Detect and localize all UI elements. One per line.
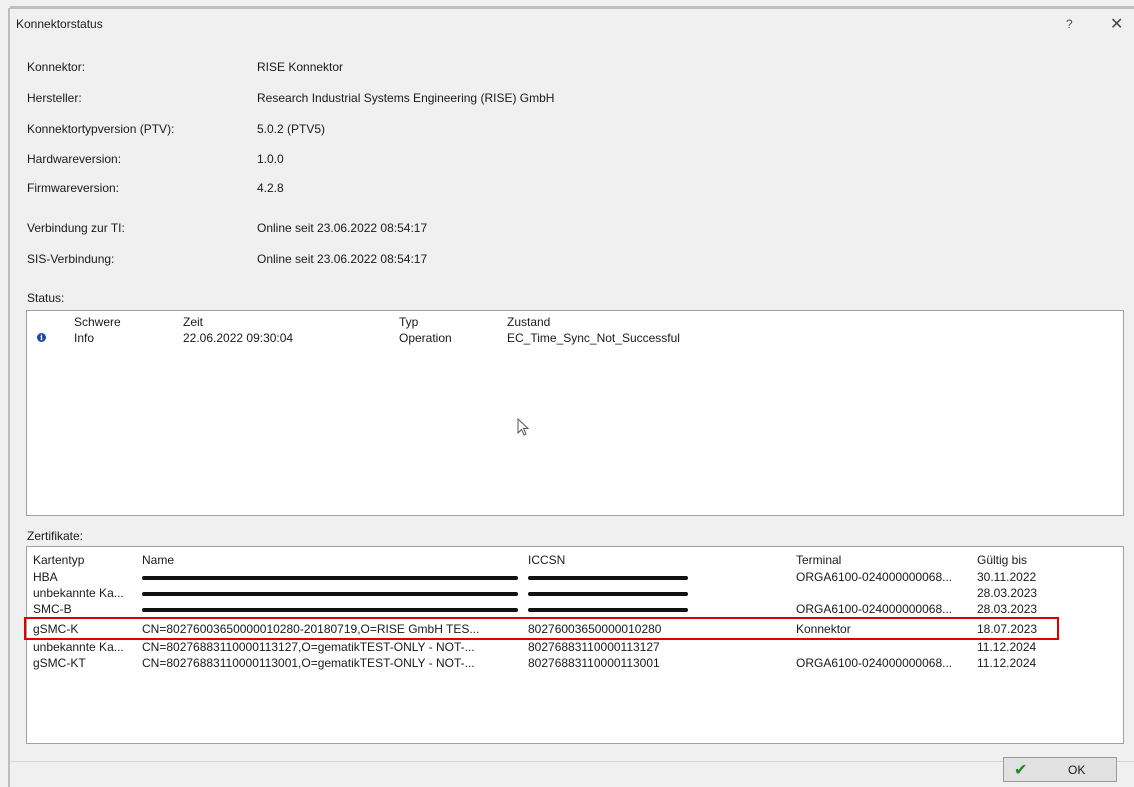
row-kartentyp: HBA bbox=[33, 570, 58, 584]
status-typ: Operation bbox=[399, 331, 452, 345]
status-header-schwere[interactable]: Schwere bbox=[74, 315, 121, 329]
status-schwere: Info bbox=[74, 331, 95, 345]
redaction-bar bbox=[142, 592, 518, 596]
table-row[interactable]: SMC-B ORGA6100-024000000068... 28.03.202… bbox=[27, 601, 1123, 617]
zert-header-terminal[interactable]: Terminal bbox=[796, 553, 841, 567]
row-terminal: ORGA6100-024000000068... bbox=[796, 602, 953, 616]
mouse-cursor-icon bbox=[517, 418, 530, 436]
info-icon: i bbox=[37, 333, 46, 342]
ok-button[interactable]: ✔ OK bbox=[1003, 757, 1117, 782]
hardwareversion-label: Hardwareversion: bbox=[27, 152, 122, 166]
status-zustand: EC_Time_Sync_Not_Successful bbox=[507, 331, 680, 345]
ok-label: OK bbox=[1068, 763, 1086, 777]
row-name: CN=80276883110000113127,O=gematikTEST-ON… bbox=[142, 640, 475, 654]
title-bar[interactable]: Konnektorstatus ? ✕ bbox=[10, 9, 1134, 37]
status-header-zustand[interactable]: Zustand bbox=[507, 315, 550, 329]
ti-verbindung-label: Verbindung zur TI: bbox=[27, 221, 125, 235]
hersteller-label: Hersteller: bbox=[27, 91, 82, 105]
row-gueltig-bis: 11.12.2024 bbox=[977, 640, 1037, 654]
row-gueltig-bis: 28.03.2023 bbox=[977, 602, 1038, 616]
row-name: CN=80276883110000113001,O=gematikTEST-ON… bbox=[142, 656, 475, 670]
row-terminal: ORGA6100-024000000068... bbox=[796, 570, 953, 584]
redaction-bar bbox=[528, 576, 688, 580]
status-row[interactable]: i Info 22.06.2022 09:30:04 Operation EC_… bbox=[27, 329, 1123, 345]
row-kartentyp: unbekannte Ka... bbox=[33, 640, 124, 654]
table-row[interactable]: unbekannte Ka... 28.03.2023 bbox=[27, 585, 1123, 601]
hardwareversion-value: 1.0.0 bbox=[257, 152, 284, 166]
status-header-zeit[interactable]: Zeit bbox=[183, 315, 203, 329]
redaction-bar bbox=[142, 608, 518, 612]
konnektor-label: Konnektor: bbox=[27, 60, 86, 74]
table-row[interactable]: unbekannte Ka... CN=80276883110000113127… bbox=[27, 639, 1123, 655]
row-iccsn: 80276883110000113001 bbox=[528, 656, 660, 670]
firmwareversion-label: Firmwareversion: bbox=[27, 181, 120, 195]
table-row[interactable]: HBA ORGA6100-024000000068... 30.11.2022 bbox=[27, 569, 1123, 585]
row-iccsn: 80276883110000113127 bbox=[528, 640, 660, 654]
row-kartentyp: gSMC-KT bbox=[33, 656, 86, 670]
table-row[interactable]: gSMC-KT CN=80276883110000113001,O=gemati… bbox=[27, 655, 1123, 671]
row-gueltig-bis: 28.03.2023 bbox=[977, 586, 1038, 600]
sis-verbindung-label: SIS-Verbindung: bbox=[27, 252, 115, 266]
close-button[interactable]: ✕ bbox=[1110, 14, 1123, 34]
zert-header-iccsn[interactable]: ICCSN bbox=[528, 553, 565, 567]
help-button[interactable]: ? bbox=[1066, 17, 1073, 31]
highlight-box bbox=[24, 617, 1059, 640]
row-terminal: ORGA6100-024000000068... bbox=[796, 656, 953, 670]
status-section-label: Status: bbox=[27, 291, 65, 305]
redaction-bar bbox=[528, 592, 688, 596]
redaction-bar bbox=[528, 608, 688, 612]
konnektorstatus-dialog: Konnektorstatus ? ✕ Konnektor: RISE Konn… bbox=[10, 9, 1134, 787]
zert-header-gueltig-bis[interactable]: Gültig bis bbox=[977, 553, 1027, 567]
zertifikate-list[interactable]: Kartentyp Name ICCSN Terminal Gültig bis… bbox=[26, 546, 1124, 744]
checkmark-icon: ✔ bbox=[1014, 762, 1028, 779]
status-list[interactable]: Schwere Zeit Typ Zustand i Info 22.06.20… bbox=[26, 310, 1124, 516]
status-zeit: 22.06.2022 09:30:04 bbox=[183, 331, 294, 345]
zertifikate-section-label: Zertifikate: bbox=[27, 529, 84, 543]
row-gueltig-bis: 11.12.2024 bbox=[977, 656, 1037, 670]
redaction-bar bbox=[142, 576, 518, 580]
row-kartentyp: SMC-B bbox=[33, 602, 72, 616]
window-title: Konnektorstatus bbox=[16, 17, 103, 31]
footer-divider bbox=[10, 761, 1134, 762]
row-gueltig-bis: 30.11.2022 bbox=[977, 570, 1037, 584]
hersteller-value: Research Industrial Systems Engineering … bbox=[257, 91, 555, 105]
sis-verbindung-value: Online seit 23.06.2022 08:54:17 bbox=[257, 252, 428, 266]
konnektor-value: RISE Konnektor bbox=[257, 60, 344, 74]
status-header-typ[interactable]: Typ bbox=[399, 315, 418, 329]
ti-verbindung-value: Online seit 23.06.2022 08:54:17 bbox=[257, 221, 428, 235]
ptv-value: 5.0.2 (PTV5) bbox=[257, 122, 326, 136]
zert-header-kartentyp[interactable]: Kartentyp bbox=[33, 553, 84, 567]
row-kartentyp: unbekannte Ka... bbox=[33, 586, 124, 600]
ptv-label: Konnektortypversion (PTV): bbox=[27, 122, 175, 136]
firmwareversion-value: 4.2.8 bbox=[257, 181, 284, 195]
zert-header-name[interactable]: Name bbox=[142, 553, 174, 567]
